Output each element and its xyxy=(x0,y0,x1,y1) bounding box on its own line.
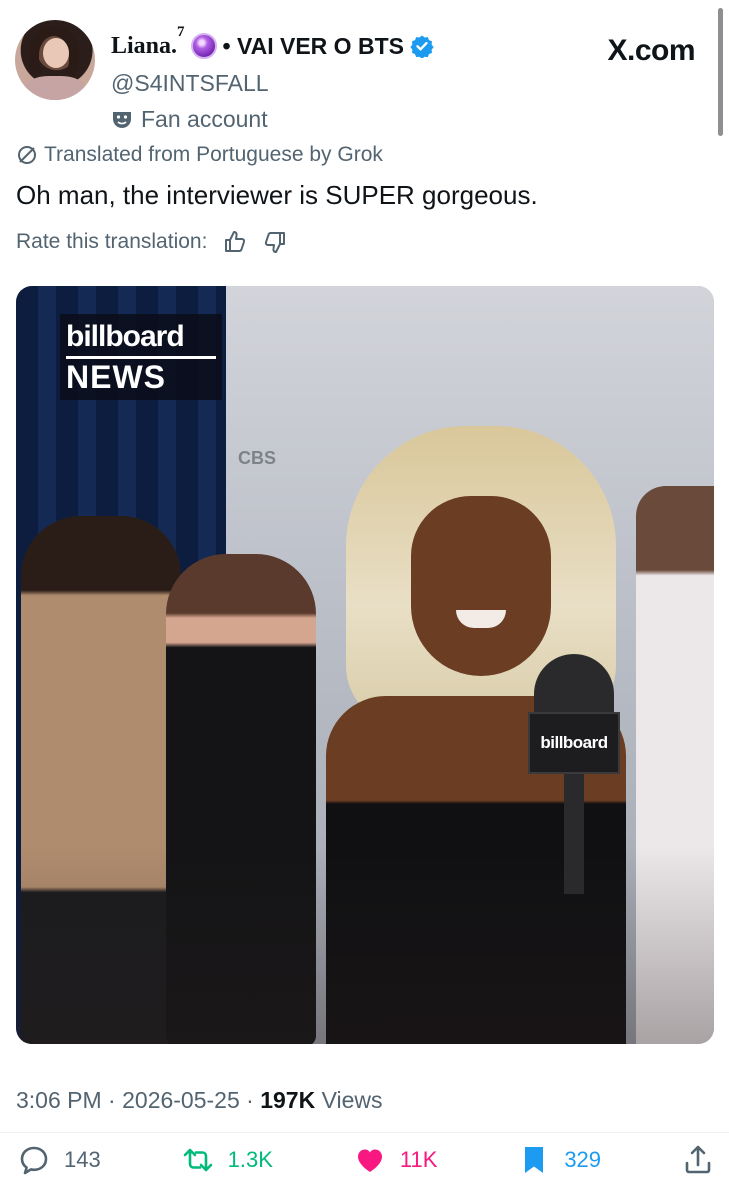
divider xyxy=(0,1132,729,1133)
account-label: Fan account xyxy=(141,106,268,132)
translation-notice-text: Translated from Portuguese by Grok xyxy=(44,143,383,166)
name-row[interactable]: Liana.7 • VAI VER O BTS xyxy=(111,24,434,60)
post-time[interactable]: 3:06 PM xyxy=(16,1087,102,1113)
repost-button[interactable]: 1.3K xyxy=(182,1144,273,1176)
name-superscript: 7 xyxy=(177,24,185,40)
tweet-meta: 3:06 PM · 2026-05-25 · 197K Views xyxy=(16,1087,383,1113)
rate-translation: Rate this translation: xyxy=(16,230,287,254)
avatar[interactable] xyxy=(15,20,95,100)
like-button[interactable]: 11K xyxy=(354,1144,438,1176)
rate-translation-label: Rate this translation: xyxy=(16,230,208,253)
mask-icon xyxy=(113,111,131,128)
tweet-header: Liana.7 • VAI VER O BTS @S4INTSFALL Fan … xyxy=(15,20,699,132)
microphone: billboard xyxy=(528,654,620,894)
like-count: 11K xyxy=(399,1147,438,1172)
views-count: 197K xyxy=(260,1087,316,1113)
logo-line1: billboard xyxy=(66,320,185,353)
name-suffix: • VAI VER O BTS xyxy=(222,32,404,59)
reply-icon xyxy=(20,1146,48,1175)
verified-badge-icon xyxy=(410,35,434,58)
bookmark-icon xyxy=(525,1147,544,1173)
mic-flag-text: billboard xyxy=(528,712,620,774)
tweet-text: Oh man, the interviewer is SUPER gorgeou… xyxy=(16,180,538,210)
bookmark-count: 329 xyxy=(564,1147,602,1172)
tweet-media[interactable]: CBS billboard billboard NEWS xyxy=(16,286,714,1044)
share-icon xyxy=(685,1145,711,1174)
display-name[interactable]: Liana.7 xyxy=(111,24,185,60)
logo-line2: NEWS xyxy=(66,356,216,396)
share-button[interactable] xyxy=(682,1144,714,1176)
reply-button[interactable]: 143 xyxy=(18,1144,101,1176)
views-label: Views xyxy=(321,1087,383,1113)
action-bar: 143 1.3K 11K 329 xyxy=(18,1140,714,1180)
thumbs-up-icon[interactable] xyxy=(223,230,247,254)
account-label-row: Fan account xyxy=(111,106,268,133)
reply-count: 143 xyxy=(64,1147,101,1172)
media-floor-shadow xyxy=(16,846,714,1044)
site-watermark: X.com xyxy=(607,34,695,67)
translate-icon xyxy=(18,146,36,164)
billboard-news-logo: billboard NEWS xyxy=(60,314,222,400)
user-handle[interactable]: @S4INTSFALL xyxy=(111,70,269,97)
translation-notice: Translated from Portuguese by Grok xyxy=(16,143,383,167)
backdrop-logo-text: CBS xyxy=(238,448,277,468)
scrollbar[interactable] xyxy=(718,8,723,136)
post-date[interactable]: 2026-05-25 xyxy=(122,1087,240,1113)
thumbs-down-icon[interactable] xyxy=(263,230,287,254)
crystal-ball-icon xyxy=(190,33,217,59)
like-icon xyxy=(357,1149,382,1172)
repost-count: 1.3K xyxy=(227,1147,273,1172)
bookmark-button[interactable]: 329 xyxy=(518,1144,601,1176)
repost-icon xyxy=(183,1148,212,1172)
